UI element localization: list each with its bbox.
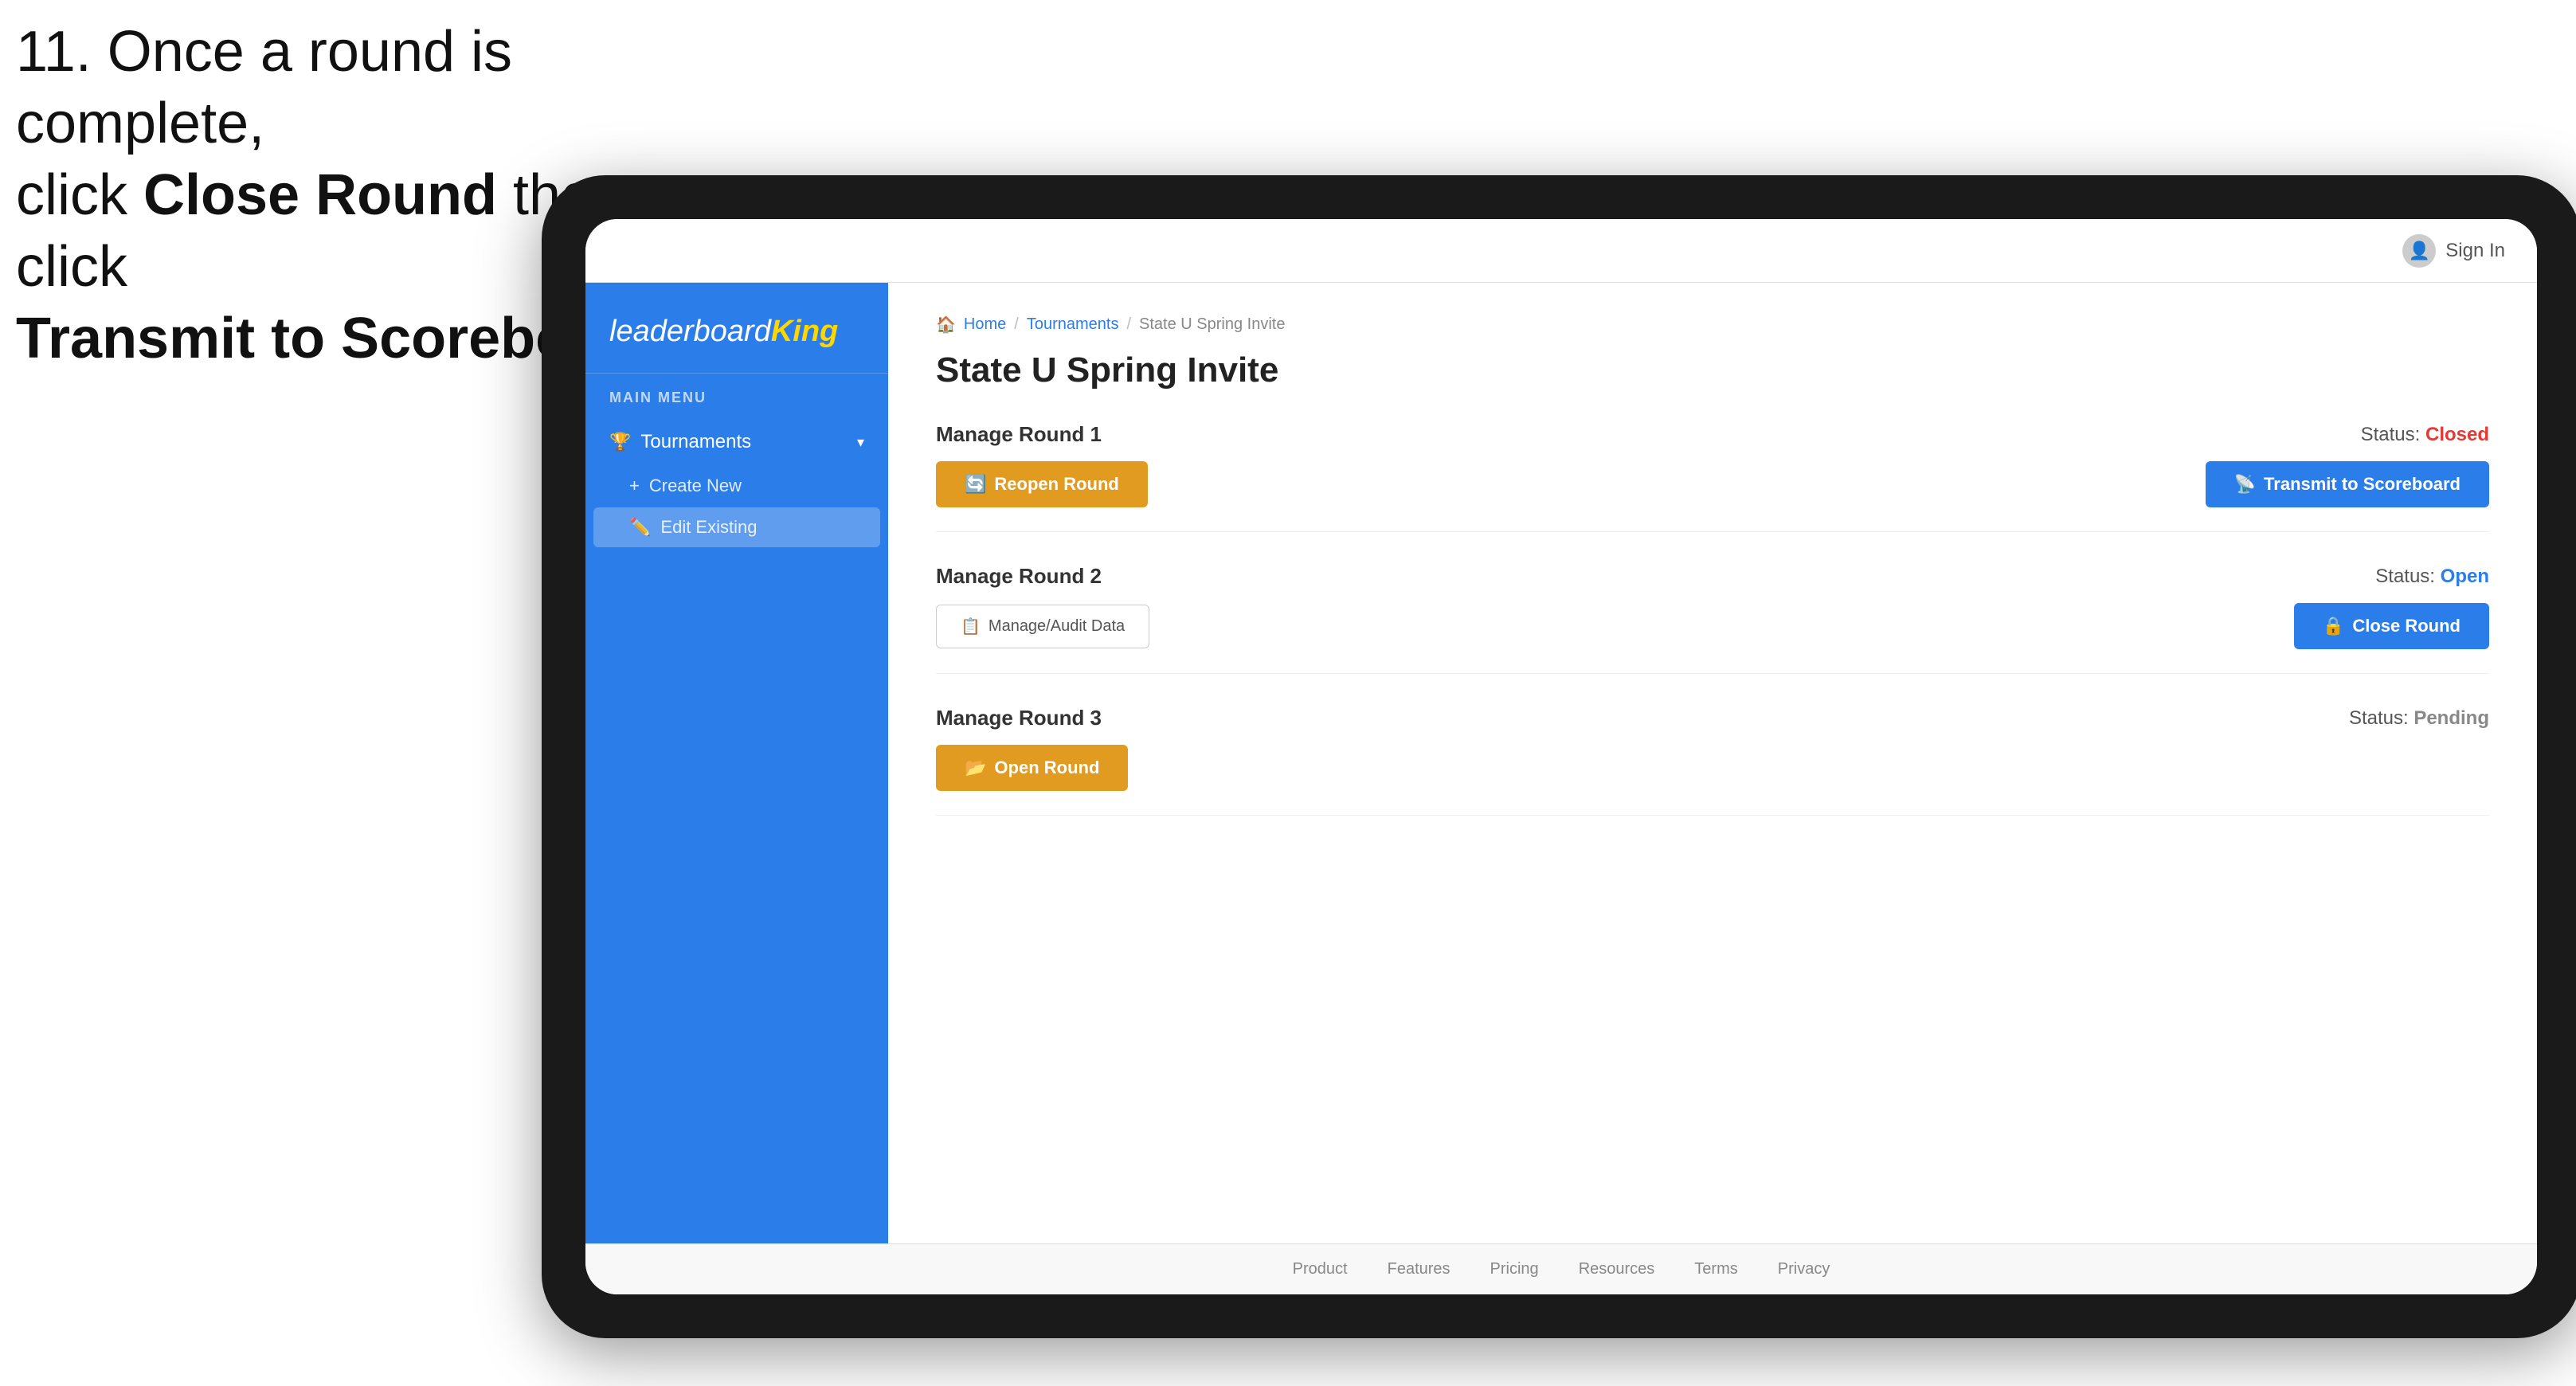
footer-link-pricing[interactable]: Pricing — [1490, 1260, 1539, 1278]
footer-link-product[interactable]: Product — [1293, 1260, 1348, 1278]
footer: Product Features Pricing Resources Terms… — [585, 1243, 2537, 1294]
breadcrumb: 🏠 Home / Tournaments / State U Spring In… — [936, 315, 2489, 335]
sign-in-label[interactable]: Sign In — [2445, 240, 2505, 262]
instruction-line1: 11. Once a round is complete, — [16, 16, 733, 159]
lock-icon: 🔒 — [2323, 616, 2344, 636]
round-3-status-value: Pending — [2414, 707, 2489, 729]
edit-existing-label: Edit Existing — [660, 517, 757, 538]
footer-link-resources[interactable]: Resources — [1579, 1260, 1655, 1278]
footer-link-features[interactable]: Features — [1388, 1260, 1450, 1278]
sidebar: leaderboardKing MAIN MENU 🏆 Tournaments … — [585, 283, 888, 1243]
reopen-round-button[interactable]: 🔄 Reopen Round — [936, 461, 1148, 507]
audit-label: Manage/Audit Data — [989, 617, 1125, 636]
sidebar-sub-items: + Create New ✏️ Edit Existing — [585, 466, 888, 549]
manage-audit-data-button[interactable]: 📋 Manage/Audit Data — [936, 605, 1149, 648]
open-round-label: Open Round — [994, 758, 1099, 778]
tablet-screen: 👤 Sign In leaderboardKing MAIN MENU 🏆 To… — [585, 219, 2537, 1294]
logo-king: King — [771, 315, 838, 348]
open-icon: 📂 — [965, 758, 986, 778]
sign-in-area[interactable]: 👤 Sign In — [2402, 234, 2505, 268]
breadcrumb-sep1: / — [1014, 315, 1019, 334]
transmit-to-scoreboard-button[interactable]: 📡 Transmit to Scoreboard — [2206, 461, 2489, 507]
breadcrumb-home-icon: 🏠 — [936, 315, 956, 335]
audit-icon: 📋 — [961, 617, 981, 636]
round-1-actions: 🔄 Reopen Round 📡 Transmit to Scoreboard — [936, 461, 2489, 507]
breadcrumb-home[interactable]: Home — [964, 315, 1006, 334]
round-1-header-row: Manage Round 1 Status: Closed — [936, 422, 2489, 447]
trophy-icon: 🏆 — [609, 432, 631, 452]
transmit-icon: 📡 — [2234, 474, 2256, 495]
close-round-button[interactable]: 🔒 Close Round — [2294, 603, 2489, 649]
main-layout: leaderboardKing MAIN MENU 🏆 Tournaments … — [585, 283, 2537, 1243]
sidebar-sub-item-edit-existing[interactable]: ✏️ Edit Existing — [593, 507, 880, 547]
round-2-header-row: Manage Round 2 Status: Open — [936, 564, 2489, 589]
footer-link-terms[interactable]: Terms — [1694, 1260, 1737, 1278]
logo-area: leaderboardKing — [585, 307, 888, 374]
round-3-status: Status: Pending — [2349, 707, 2489, 730]
top-bar: 👤 Sign In — [585, 219, 2537, 283]
logo: leaderboardKing — [609, 315, 864, 349]
chevron-down-icon: ▾ — [857, 434, 864, 451]
edit-icon: ✏️ — [629, 517, 651, 538]
reopen-icon: 🔄 — [965, 474, 986, 495]
round-2-status: Status: Open — [2375, 566, 2489, 588]
round-3-section: Manage Round 3 Status: Pending 📂 Open Ro… — [936, 706, 2489, 816]
breadcrumb-current: State U Spring Invite — [1139, 315, 1285, 334]
round-1-section: Manage Round 1 Status: Closed 🔄 Reopen R… — [936, 422, 2489, 532]
round-1-label: Manage Round 1 — [936, 422, 1102, 447]
main-menu-label: MAIN MENU — [585, 390, 888, 418]
sidebar-sub-item-create-new[interactable]: + Create New — [585, 466, 888, 506]
close-round-label: Close Round — [2352, 616, 2461, 636]
create-new-label: Create New — [649, 476, 742, 496]
reopen-round-label: Reopen Round — [994, 474, 1118, 495]
sidebar-item-tournaments-label: Tournaments — [640, 431, 751, 453]
content-spacer — [936, 848, 2489, 1007]
tablet-device: 👤 Sign In leaderboardKing MAIN MENU 🏆 To… — [542, 175, 2576, 1338]
transmit-label: Transmit to Scoreboard — [2264, 474, 2461, 495]
page-title: State U Spring Invite — [936, 350, 2489, 390]
round-1-status-value: Closed — [2425, 424, 2489, 445]
round-3-label: Manage Round 3 — [936, 706, 1102, 730]
logo-leaderboard: leaderboard — [609, 315, 771, 348]
plus-icon: + — [629, 476, 640, 496]
round-3-header-row: Manage Round 3 Status: Pending — [936, 706, 2489, 730]
round-3-actions: 📂 Open Round — [936, 745, 2489, 791]
breadcrumb-tournaments[interactable]: Tournaments — [1027, 315, 1119, 334]
round-1-status: Status: Closed — [2361, 424, 2489, 446]
round-2-section: Manage Round 2 Status: Open 📋 Manage/Aud… — [936, 564, 2489, 674]
round-2-actions: 📋 Manage/Audit Data 🔒 Close Round — [936, 603, 2489, 649]
avatar-icon: 👤 — [2402, 234, 2436, 268]
open-round-button[interactable]: 📂 Open Round — [936, 745, 1128, 791]
footer-link-privacy[interactable]: Privacy — [1778, 1260, 1830, 1278]
round-2-status-value: Open — [2441, 566, 2489, 587]
round-2-label: Manage Round 2 — [936, 564, 1102, 589]
content-area: 🏠 Home / Tournaments / State U Spring In… — [888, 283, 2537, 1243]
sidebar-item-tournaments[interactable]: 🏆 Tournaments ▾ — [585, 418, 888, 466]
breadcrumb-sep2: / — [1126, 315, 1131, 334]
